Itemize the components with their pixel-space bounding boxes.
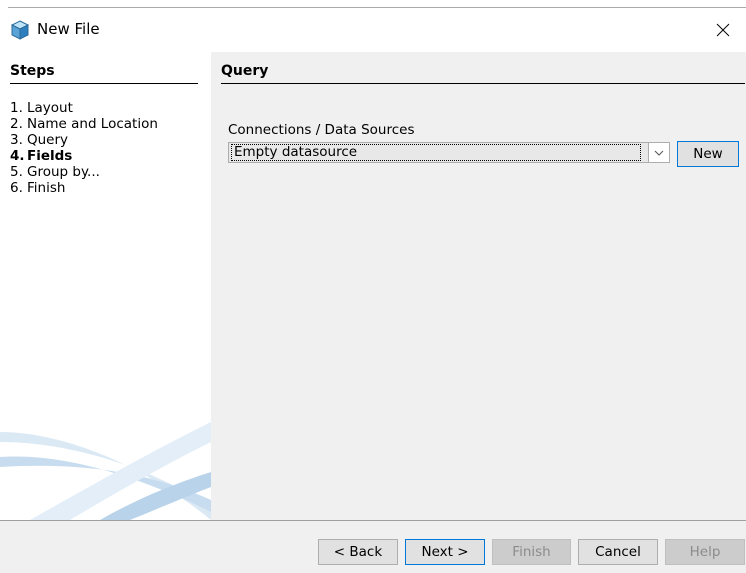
help-button[interactable]: Help — [665, 539, 745, 565]
steps-list: 1. Layout 2. Name and Location 3. Query 4. F… — [10, 100, 158, 196]
window-title: New File — [37, 20, 100, 38]
steps-title: Steps — [10, 63, 198, 84]
step-item-layout: 1. Layout — [10, 100, 73, 116]
chevron-down-icon[interactable] — [648, 143, 669, 162]
step-item-group-by: 5. Group by... — [10, 164, 100, 180]
close-button[interactable] — [700, 8, 746, 52]
connections-label: Connections / Data Sources — [228, 122, 415, 138]
back-button[interactable]: < Back — [318, 539, 398, 565]
datasource-select[interactable]: Empty datasource — [228, 142, 670, 163]
title-bar[interactable]: New File — [0, 8, 746, 52]
step-item-fields: 4. Fields — [10, 148, 73, 164]
step-item-name-and-location: 2. Name and Location — [10, 116, 158, 132]
cancel-button[interactable]: Cancel — [578, 539, 658, 565]
next-button[interactable]: Next > — [405, 539, 485, 565]
window-top-edge — [0, 0, 746, 8]
decorative-swoosh-graphic — [0, 422, 211, 520]
netbeans-cube-icon — [10, 20, 30, 40]
finish-button[interactable]: Finish — [492, 539, 571, 565]
steps-panel: Steps 1. Layout 2. Name and Location 3. Que… — [0, 52, 211, 520]
new-datasource-button[interactable]: New — [677, 141, 739, 167]
dialog-content: Steps 1. Layout 2. Name and Location 3. Que… — [0, 52, 746, 520]
button-bar: < Back Next > Finish Cancel Help — [0, 520, 746, 573]
step-item-query: 3. Query — [10, 132, 69, 148]
datasource-value: Empty datasource — [231, 144, 641, 161]
section-title: Query — [221, 63, 745, 84]
new-file-dialog: New File Steps 1. Layout 2. Name and Locat… — [0, 0, 746, 573]
close-icon — [716, 23, 730, 37]
main-panel: Query Connections / Data Sources Empty d… — [211, 52, 746, 520]
step-item-finish: 6. Finish — [10, 180, 66, 196]
